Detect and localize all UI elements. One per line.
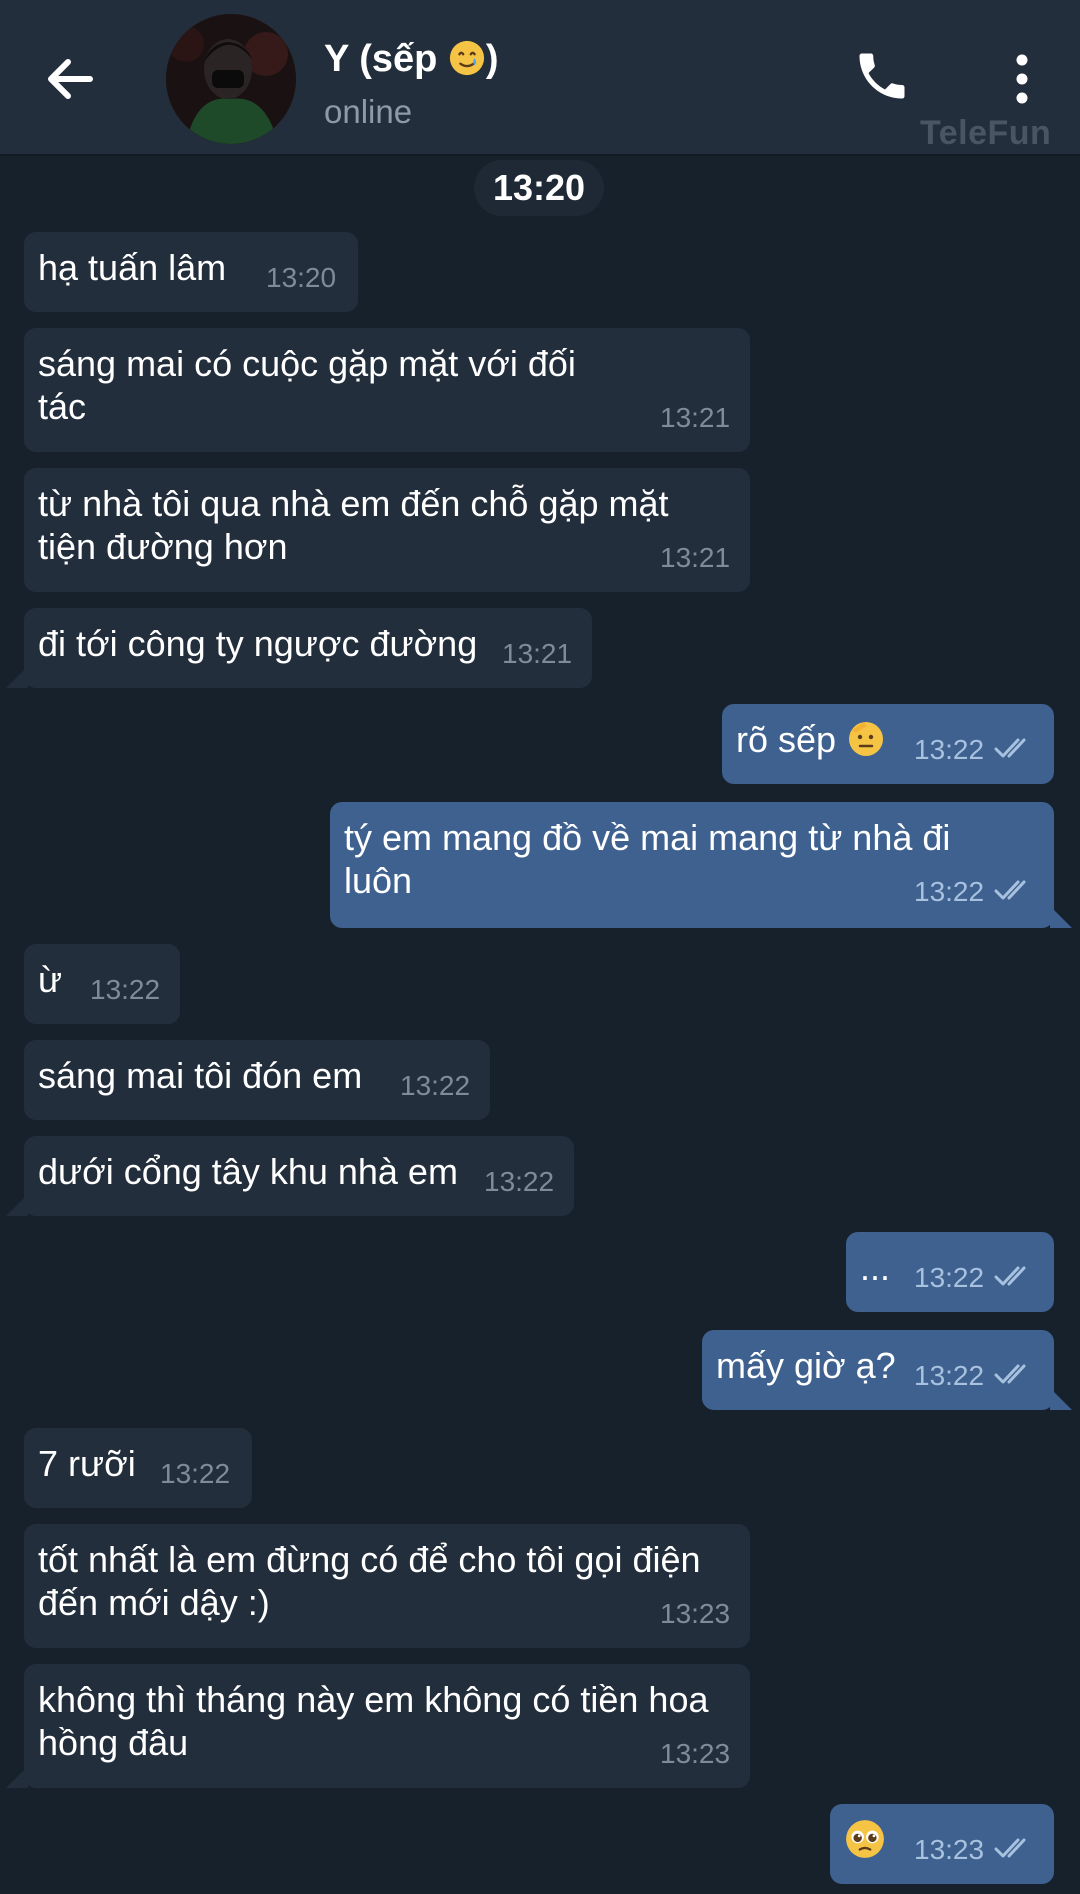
- message-time: 13:22: [160, 1458, 231, 1489]
- back-button[interactable]: [40, 48, 102, 110]
- more-menu-button[interactable]: [1006, 50, 1038, 110]
- message-time: 13:22: [400, 1070, 471, 1101]
- message-text: không thì tháng này em không có tiền hoa…: [38, 1679, 709, 1763]
- message-time: 13:22: [914, 734, 985, 765]
- message-time: 13:22: [90, 974, 161, 1005]
- message-outgoing[interactable]: ... 13:22: [846, 1232, 1054, 1312]
- message-incoming[interactable]: đi tới công ty ngược đường 13:21: [6, 608, 592, 688]
- message-time: 13:22: [484, 1166, 555, 1197]
- message-text: ừ: [38, 959, 63, 1000]
- message-incoming[interactable]: ừ 13:22: [24, 944, 180, 1024]
- double-check-icon: [994, 880, 1026, 900]
- message-text: sáng mai có cuộc gặp mặt với đối tác: [38, 343, 576, 427]
- date-chip: 13:20: [474, 160, 604, 216]
- message-time: 13:21: [660, 402, 731, 433]
- saluting-face-emoji: [849, 722, 884, 756]
- message-text: 7 rưỡi: [38, 1443, 136, 1484]
- bubble-tail: [6, 666, 28, 688]
- message-text: tốt nhất là em đừng có để cho tôi gọi đi…: [38, 1539, 701, 1623]
- message-time: 13:20: [266, 262, 337, 293]
- bubble-tail: [6, 1766, 28, 1788]
- bubble-tail: [1050, 1388, 1072, 1410]
- message-text: từ nhà tôi qua nhà em đến chỗ gặp mặt ti…: [38, 483, 669, 567]
- message-incoming[interactable]: sáng mai tôi đón em 13:22: [24, 1040, 490, 1120]
- call-button[interactable]: [852, 46, 912, 106]
- message-time: 13:21: [502, 638, 573, 669]
- message-text: [844, 1818, 886, 1863]
- pleading-face-emoji: [846, 1820, 884, 1858]
- message-text: mấy giờ ạ?: [716, 1345, 896, 1386]
- more-vertical-icon: [1016, 54, 1028, 104]
- message-incoming[interactable]: tốt nhất là em đừng có để cho tôi gọi đi…: [24, 1524, 750, 1648]
- arrow-left-icon: [48, 59, 93, 99]
- avatar[interactable]: [166, 14, 296, 144]
- contact-status: online: [324, 93, 413, 130]
- message-outgoing[interactable]: rõ sếp 13:22: [722, 704, 1054, 784]
- message-time: 13:23: [660, 1598, 731, 1629]
- chat-header: Y (sếp ) online TeleFun: [0, 0, 1080, 156]
- message-time: 13:22: [914, 1360, 985, 1391]
- message-text: đi tới công ty ngược đường: [38, 623, 478, 664]
- message-incoming[interactable]: 7 rưỡi 13:22: [24, 1428, 252, 1508]
- message-time: 13:22: [914, 876, 985, 907]
- message-time: 13:22: [914, 1262, 985, 1293]
- double-check-icon: [994, 738, 1026, 758]
- message-incoming[interactable]: sáng mai có cuộc gặp mặt với đối tác 13:…: [24, 328, 750, 452]
- message-incoming[interactable]: từ nhà tôi qua nhà em đến chỗ gặp mặt ti…: [24, 468, 750, 592]
- contact-name[interactable]: Y (sếp ): [324, 38, 499, 81]
- message-text: hạ tuấn lâm: [38, 247, 227, 288]
- bubble-tail: [1050, 906, 1072, 928]
- message-text: sáng mai tôi đón em: [38, 1055, 363, 1096]
- message-incoming[interactable]: không thì tháng này em không có tiền hoa…: [6, 1664, 750, 1788]
- message-outgoing[interactable]: 13:23: [830, 1804, 1054, 1884]
- message-time: 13:23: [660, 1738, 731, 1769]
- avatar-photo: [166, 14, 296, 144]
- message-text: rõ sếp: [736, 718, 886, 761]
- message-time: 13:23: [914, 1834, 985, 1865]
- message-outgoing[interactable]: tý em mang đồ về mai mang từ nhà đi luôn…: [330, 802, 1072, 928]
- phone-icon: [859, 53, 905, 99]
- message-incoming[interactable]: hạ tuấn lâm 13:20: [24, 232, 358, 312]
- message-incoming[interactable]: dưới cổng tây khu nhà em 13:22: [6, 1136, 574, 1216]
- double-check-icon: [994, 1266, 1026, 1286]
- message-outgoing[interactable]: mấy giờ ạ? 13:22: [702, 1330, 1072, 1410]
- bubble-tail: [6, 1194, 28, 1216]
- message-text: ...: [860, 1247, 891, 1288]
- message-time: 13:21: [660, 542, 731, 573]
- double-check-icon: [994, 1364, 1026, 1384]
- double-check-icon: [994, 1838, 1026, 1858]
- message-text: dưới cổng tây khu nhà em: [38, 1151, 458, 1192]
- message-text: tý em mang đồ về mai mang từ nhà đi luôn: [344, 817, 951, 901]
- smiling-face-with-tear-emoji: [449, 40, 485, 76]
- watermark: TeleFun: [920, 114, 1052, 152]
